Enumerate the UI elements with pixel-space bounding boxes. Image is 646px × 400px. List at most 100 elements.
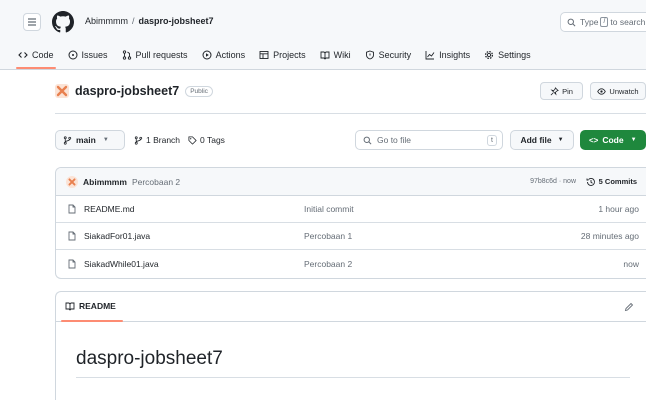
breadcrumb-owner[interactable]: Abimmmm (85, 16, 128, 26)
table-row[interactable]: README.md Initial commit 1 hour ago (56, 196, 646, 223)
pull-request-icon (122, 50, 131, 60)
go-to-file-placeholder: Go to file (377, 135, 412, 145)
readme-tab-label: README (79, 301, 116, 311)
history-icon (586, 177, 595, 186)
commit-author[interactable]: Abimmmm (83, 177, 127, 187)
readme-tab[interactable]: README (65, 301, 116, 311)
tab-insights[interactable]: Insights (425, 46, 470, 64)
issue-icon (68, 50, 78, 60)
hamburger-icon (28, 18, 36, 26)
table-icon (259, 51, 269, 59)
book-icon (65, 302, 75, 311)
code-button[interactable]: <> Code ▼ (580, 130, 646, 150)
branch-meta: 1 Branch 0 Tags (134, 135, 233, 145)
tab-wiki-label: Wiki (333, 50, 351, 60)
go-to-file-shortcut: t (487, 135, 497, 146)
play-icon (202, 50, 212, 60)
search-icon (363, 136, 372, 144)
search-icon (567, 18, 576, 26)
tab-actions[interactable]: Actions (202, 46, 246, 64)
tag-count: 0 Tags (200, 135, 225, 145)
add-file-button[interactable]: Add file ▼ (510, 130, 574, 150)
tab-pull-requests[interactable]: Pull requests (122, 46, 188, 64)
chevron-down-icon: ▼ (557, 137, 564, 143)
latest-commit-row: Abimmmm Percobaan 2 97b8c6d · now 5 Comm… (56, 168, 646, 196)
branch-count: 1 Branch (146, 135, 181, 145)
tag-icon (188, 135, 197, 145)
tab-insights-label: Insights (439, 50, 471, 60)
readme-tab-indicator (61, 320, 123, 322)
tab-security[interactable]: Security (365, 46, 411, 64)
branches-link[interactable]: 1 Branch (134, 135, 180, 145)
eye-icon (597, 87, 607, 95)
file-icon (68, 231, 76, 241)
tab-issues-label: Issues (81, 50, 108, 60)
file-table: Abimmmm Percobaan 2 97b8c6d · now 5 Comm… (55, 167, 646, 279)
add-file-label: Add file (520, 135, 552, 145)
chevron-down-icon: ▼ (630, 137, 637, 143)
graph-icon (425, 51, 435, 60)
tab-projects-label: Projects (273, 50, 306, 60)
heading-divider (76, 377, 630, 378)
top-bar: Abimmmm / daspro-jobsheet7 Type / to search (0, 0, 646, 40)
branch-icon (134, 135, 143, 145)
search-suffix: to search (610, 17, 646, 27)
code-icon (18, 52, 28, 58)
tab-actions-label: Actions (215, 50, 246, 60)
commit-hash-time[interactable]: 97b8c6d · now (530, 178, 576, 185)
github-logo-icon[interactable] (52, 11, 74, 33)
pin-button[interactable]: Pin (540, 82, 583, 100)
global-search[interactable]: Type / to search (560, 12, 646, 32)
gear-icon (485, 50, 494, 60)
tab-settings[interactable]: Settings (484, 46, 531, 64)
tab-projects[interactable]: Projects (259, 46, 306, 64)
shield-icon (365, 50, 374, 60)
commits-link[interactable]: 5 Commits (586, 177, 637, 187)
file-name[interactable]: README.md (84, 204, 135, 214)
unwatch-button[interactable]: Unwatch (590, 82, 646, 100)
commit-message[interactable]: Percobaan 2 (132, 177, 180, 187)
readme-panel: README daspro-jobsheet7 (55, 291, 646, 400)
file-icon (68, 204, 76, 214)
repo-owner-avatar (55, 84, 69, 98)
branch-selector[interactable]: main ▼ (55, 130, 125, 150)
file-commit-time: 28 minutes ago (580, 231, 639, 241)
search-shortcut-key: / (600, 17, 609, 27)
code-button-label: Code (602, 135, 624, 145)
tags-link[interactable]: 0 Tags (188, 135, 225, 145)
visibility-badge: Public (185, 85, 213, 97)
file-commit-time: now (623, 258, 639, 269)
code-icon: <> (589, 135, 599, 145)
tab-pull-requests-label: Pull requests (135, 50, 188, 60)
app-header: Abimmmm / daspro-jobsheet7 Type / to search … (0, 0, 646, 70)
go-to-file-input[interactable]: Go to file t (355, 130, 503, 150)
tab-settings-label: Settings (498, 50, 531, 60)
table-row[interactable]: SiakadFor01.java Percobaan 1 28 minutes … (56, 223, 646, 250)
file-name[interactable]: SiakadFor01.java (84, 231, 150, 241)
commit-count: 5 Commits (598, 177, 637, 186)
menu-button[interactable] (23, 13, 41, 31)
book-icon (320, 51, 330, 60)
pin-label: Pin (562, 86, 573, 96)
repo-title: daspro-jobsheet7 Public (55, 84, 213, 98)
chevron-down-icon: ▼ (102, 137, 109, 143)
branch-name: main (76, 135, 96, 145)
tab-code-label: Code (32, 50, 54, 60)
repo-name[interactable]: daspro-jobsheet7 (75, 84, 179, 98)
avatar[interactable] (66, 175, 78, 188)
file-commit-message[interactable]: Percobaan 1 (304, 231, 352, 241)
file-commit-message[interactable]: Percobaan 2 (304, 259, 352, 269)
table-row[interactable]: SiakadWhile01.java Percobaan 2 now (56, 250, 646, 277)
pencil-icon[interactable] (624, 302, 634, 312)
readme-heading: daspro-jobsheet7 (76, 348, 223, 369)
breadcrumb-separator: / (132, 16, 135, 26)
breadcrumb-repo[interactable]: daspro-jobsheet7 (139, 16, 214, 26)
file-commit-message[interactable]: Initial commit (304, 204, 354, 214)
pin-icon (550, 86, 559, 96)
tab-issues[interactable]: Issues (68, 46, 108, 64)
tab-wiki[interactable]: Wiki (320, 46, 351, 64)
file-commit-time: 1 hour ago (598, 204, 639, 214)
file-name[interactable]: SiakadWhile01.java (84, 259, 159, 269)
repo-nav: Code Issues Pull requests Actions Projec… (16, 46, 545, 69)
tab-code[interactable]: Code (16, 46, 56, 69)
